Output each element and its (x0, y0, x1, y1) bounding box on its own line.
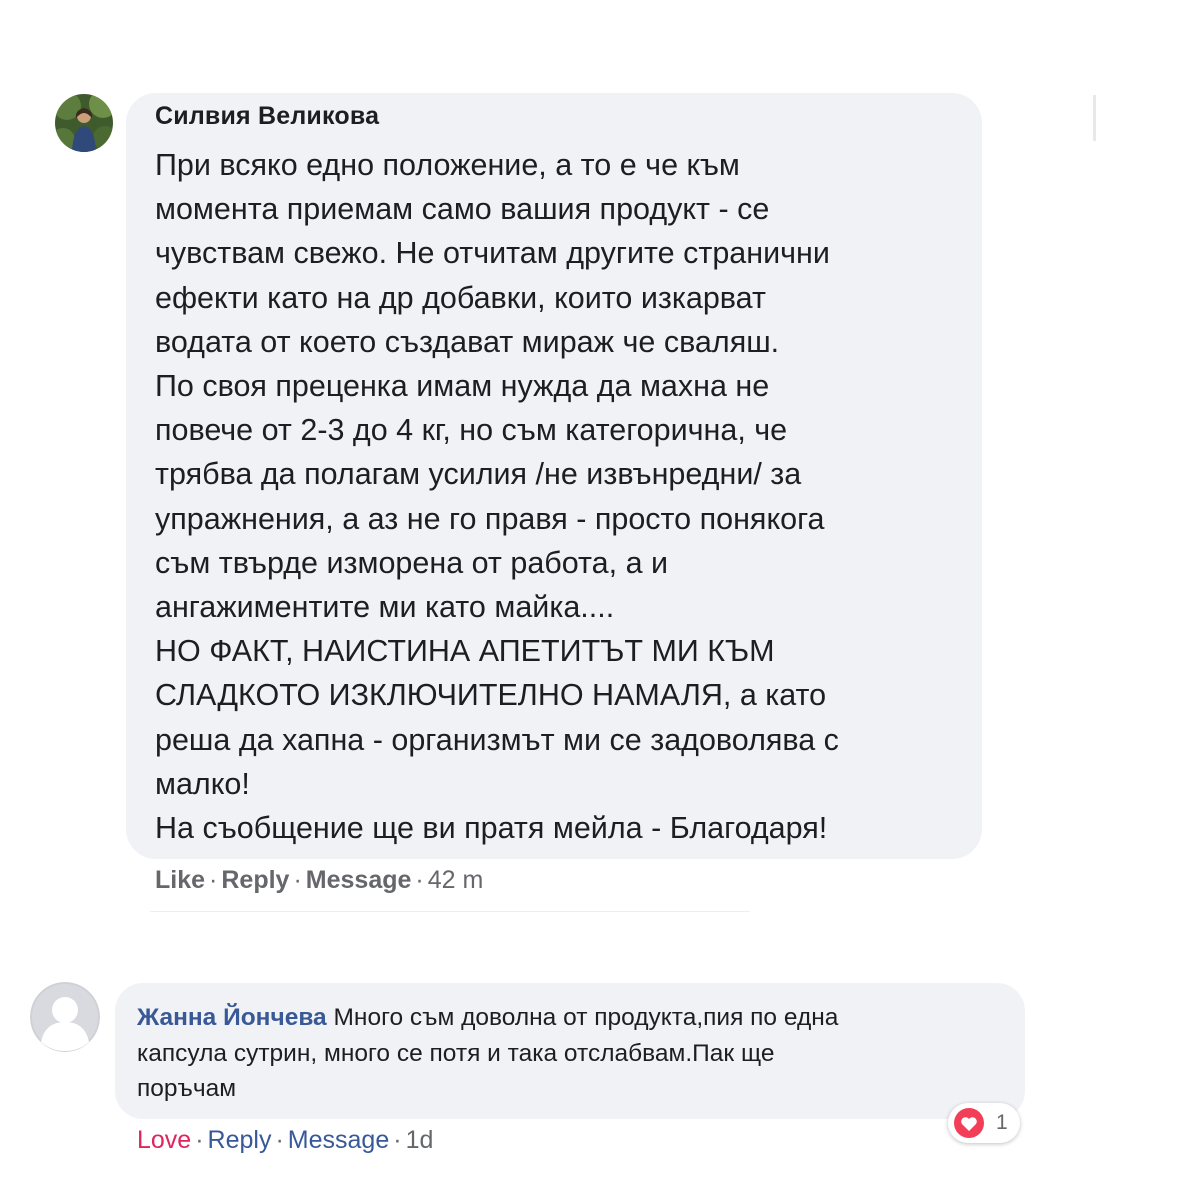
comment-line-first: Жанна Йончева Много съм доволна от проду… (137, 1000, 1007, 1036)
comment-actions: Like · Reply · Message · 42 m (155, 866, 483, 895)
comment-line: малко! (155, 766, 250, 801)
separator: · (209, 866, 218, 894)
edge-divider (1093, 95, 1096, 141)
reply-button[interactable]: Reply (208, 1126, 272, 1154)
separator: · (415, 866, 424, 894)
separator: · (393, 1126, 402, 1154)
comment-author[interactable]: Жанна Йончева (137, 1004, 327, 1031)
divider (150, 911, 750, 912)
comment-line: ефекти като на др добавки, които изкарва… (155, 280, 766, 315)
message-button[interactable]: Message (306, 866, 412, 894)
comment-line: реша да хапна - организмът ми се задовол… (155, 722, 839, 757)
reaction-count: 1 (996, 1111, 1008, 1134)
timestamp[interactable]: 1d (406, 1126, 434, 1154)
comment-line: При всяко едно положение, а то е че към (155, 148, 740, 182)
comment-line: По своя преценка имам нужда да махна не (155, 369, 770, 404)
comment-line: СЛАДКОТО ИЗКЛЮЧИТЕЛНО НАМАЛЯ, а като (155, 678, 827, 713)
default-avatar-icon[interactable] (30, 982, 100, 1052)
separator: · (293, 866, 302, 894)
comment-line: чувствам свежо. Не отчитам другите стран… (155, 236, 830, 271)
like-button[interactable]: Like (155, 866, 205, 894)
comment-line: капсула сутрин, много се потя и така отс… (137, 1039, 775, 1067)
comment-line: НО ФАКТ, НАИСТИНА АПЕТИТЪТ МИ КЪМ (155, 634, 775, 669)
comment-line: съм твърде изморена от работа, а и (155, 545, 669, 580)
comment-line: упражнения, а аз не го правя - просто по… (155, 501, 825, 536)
heart-icon (954, 1108, 984, 1138)
comment-text: Жанна Йончева Много съм доволна от проду… (137, 1000, 1007, 1107)
timestamp[interactable]: 42 m (428, 866, 484, 894)
message-button[interactable]: Message (288, 1126, 389, 1154)
comment-line: На съобщение ще ви пратя мейла - Благода… (155, 811, 828, 846)
comment-author[interactable]: Силвия Великова (155, 102, 379, 131)
love-button[interactable]: Love (137, 1126, 191, 1154)
reply-button[interactable]: Reply (221, 866, 289, 894)
separator: · (275, 1126, 284, 1154)
comment-line: поръчам (137, 1075, 237, 1102)
comment-line: Много съм доволна от продукта,пия по едн… (333, 1004, 839, 1031)
avatar[interactable] (55, 94, 113, 152)
comment-line: ангажиментите ми като майка.... (155, 590, 615, 625)
separator: · (195, 1126, 204, 1154)
comment-actions: Love · Reply · Message · 1d (137, 1126, 433, 1155)
comment-line: трябва да полагам усилия /не извънредни/… (155, 457, 802, 492)
comment-line: повече от 2-3 до 4 кг, но съм категоричн… (155, 413, 788, 448)
comment-line: водата от което създават мираж че сваляш… (155, 324, 780, 359)
reactions-badge[interactable]: 1 (948, 1103, 1020, 1143)
comment-text: При всяко едно положение, а то е че към … (155, 143, 970, 850)
comment-line: момента приемам само вашия продукт - се (155, 192, 770, 227)
